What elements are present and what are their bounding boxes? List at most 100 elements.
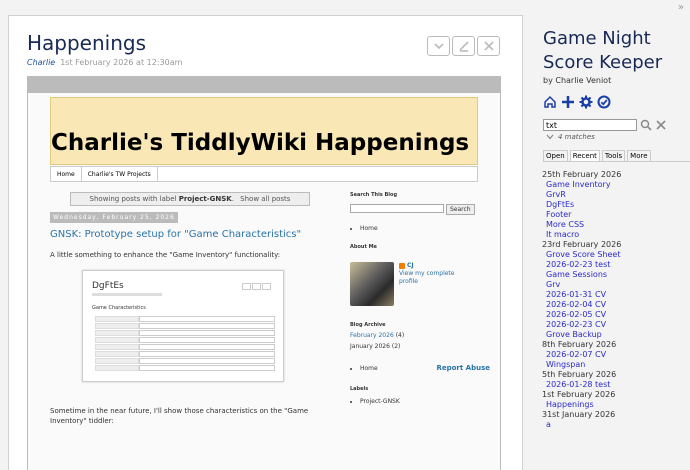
show-all-posts: Show all posts	[240, 195, 291, 203]
blog-nav-projects: Charlie's TW Projects	[82, 167, 158, 181]
edit-button[interactable]	[452, 36, 475, 56]
blog-screenshot-image: Charlie's TiddlyWiki Happenings Home Cha…	[27, 76, 501, 470]
recent-link[interactable]: Grove Backup	[542, 330, 687, 340]
double-chevron-right-icon[interactable]: »	[678, 2, 684, 13]
recent-link[interactable]: 2026-02-23 test	[542, 260, 687, 270]
tiddler-subtitle: Charlie 1st February 2026 at 12:30am	[27, 58, 182, 67]
recent-link[interactable]: DgFtEs	[542, 200, 687, 210]
pencil-icon	[458, 41, 469, 52]
blog-banner-title: Charlie's TiddlyWiki Happenings	[51, 130, 470, 156]
label-item: Project-GNSK	[360, 398, 490, 405]
tab-tools[interactable]: Tools	[601, 150, 626, 161]
mini-tiddler-preview: DgFtEs Game Characteristics	[82, 270, 284, 382]
recent-date: 23rd February 2026	[542, 240, 622, 249]
post-title: GNSK: Prototype setup for "Game Characte…	[50, 229, 302, 240]
tab-recent[interactable]: Recent	[569, 150, 600, 161]
check-circle-icon[interactable]	[597, 95, 611, 109]
blog-search-button: Search	[446, 204, 475, 215]
recent-link[interactable]: Wingspan	[542, 360, 687, 370]
recent-link[interactable]: GrvR	[542, 190, 687, 200]
recent-link[interactable]: 2026-02-05 CV	[542, 310, 687, 320]
recent-link[interactable]: Game Inventory	[542, 180, 687, 190]
close-icon	[483, 41, 494, 51]
blog-navbar: Home Charlie's TW Projects	[50, 166, 478, 182]
recent-link[interactable]: Game Sessions	[542, 270, 687, 280]
blog-banner: Charlie's TiddlyWiki Happenings	[50, 97, 478, 165]
blog-search-row: Search	[350, 204, 490, 215]
search-icon[interactable]	[640, 119, 652, 131]
matches-count: 4 matches	[558, 133, 595, 141]
post-intro: A little something to enhance the "Game …	[50, 251, 281, 259]
recent-link[interactable]: It macro	[542, 230, 687, 240]
recent-link[interactable]: Footer	[542, 210, 687, 220]
recent-date: 31st January 2026	[542, 410, 616, 419]
side-home-link: Home	[360, 225, 490, 232]
blog-nav-home: Home	[51, 167, 82, 181]
tiddler-title: Happenings	[27, 31, 147, 55]
about-me-widget: CJ View my complete profile	[350, 262, 490, 306]
recent-link[interactable]: 2026-01-28 test	[542, 380, 687, 390]
archive-item: January 2026 (2)	[350, 343, 401, 350]
sidebar: » Game Night Score Keeper by Charlie Ven…	[528, 0, 690, 470]
blogger-icon	[399, 263, 405, 269]
search-matches[interactable]: 4 matches	[546, 133, 595, 141]
tiddler-modifier-link[interactable]: Charlie	[27, 58, 55, 67]
blog-sidebar: Search This Blog Search Home About Me CJ…	[350, 192, 490, 405]
labels-heading: Labels	[350, 386, 369, 392]
gear-icon[interactable]	[579, 95, 593, 109]
screenshot-top-bar	[28, 77, 500, 93]
report-abuse-link: Report Abuse	[436, 364, 490, 372]
archive-item: February 2026 (4)	[350, 332, 405, 339]
mini-tiddler-title: DgFtEs	[92, 281, 124, 291]
archive-heading: Blog Archive	[350, 322, 386, 328]
about-heading: About Me	[350, 244, 377, 250]
chevron-down-icon	[546, 134, 554, 140]
mini-subtitle-line	[92, 293, 162, 296]
site-subtitle: by Charlie Veniot	[543, 76, 612, 85]
blog-search-box	[350, 204, 444, 213]
search-input[interactable]	[543, 119, 637, 131]
mini-heading: Game Characteristics	[92, 305, 146, 311]
close-icon[interactable]	[655, 119, 667, 131]
recent-list: 25th February 2026 Game Inventory GrvR DgFt…	[542, 170, 687, 430]
mini-toolbar	[242, 283, 271, 290]
about-name: CJ	[407, 262, 414, 269]
search-heading: Search This Blog	[350, 192, 398, 198]
showing-posts-banner: Showing posts with label Project-GNSK. S…	[70, 192, 310, 206]
close-button[interactable]	[477, 36, 500, 56]
recent-link[interactable]: Happenings	[542, 400, 687, 410]
recent-date: 5th February 2026	[542, 370, 617, 379]
side-home-link-2: Home	[360, 365, 378, 372]
sidebar-tabs: Open Recent Tools More	[543, 150, 690, 162]
tiddler-date: 1st February 2026 at 12:30am	[60, 58, 183, 67]
tiddler-frame: Happenings Charlie 1st February 2026 at 1…	[8, 15, 523, 470]
recent-link[interactable]: 2026-02-04 CV	[542, 300, 687, 310]
new-tiddler-icon[interactable]	[561, 95, 575, 109]
home-icon[interactable]	[543, 95, 557, 109]
recent-date: 25th February 2026	[542, 170, 622, 179]
about-profile-link: View my complete profile	[399, 270, 455, 285]
page-controls	[543, 95, 611, 109]
blog-archive: Blog Archive February 2026 (4) January 2…	[350, 322, 490, 350]
labels-widget: Labels Project-GNSK	[350, 386, 490, 405]
recent-link[interactable]: 2026-01-31 CV	[542, 290, 687, 300]
recent-link[interactable]: Grove Score Sheet	[542, 250, 687, 260]
post-date-header: Wednesday, February 25, 2026	[50, 212, 178, 223]
showing-label: Project-GNSK	[178, 195, 232, 203]
recent-link[interactable]: Grv	[542, 280, 687, 290]
recent-link[interactable]: a	[542, 420, 687, 430]
site-title: Game Night Score Keeper	[543, 28, 663, 73]
recent-date: 8th February 2026	[542, 340, 617, 349]
recent-link[interactable]: More CSS	[542, 220, 687, 230]
tab-open[interactable]: Open	[543, 150, 568, 161]
chevron-down-icon	[433, 43, 444, 50]
more-actions-button[interactable]	[427, 36, 450, 56]
recent-date: 1st February 2026	[542, 390, 616, 399]
sidebar-search	[543, 119, 667, 131]
recent-link[interactable]: 2026-02-23 CV	[542, 320, 687, 330]
tab-more[interactable]: More	[627, 150, 651, 161]
post-outro: Sometime in the near future, I'll show t…	[50, 407, 309, 425]
recent-link[interactable]: 2026-02-07 CV	[542, 350, 687, 360]
tiddler-toolbar	[427, 36, 500, 56]
blog-main-column: Showing posts with label Project-GNSK. S…	[50, 192, 315, 426]
